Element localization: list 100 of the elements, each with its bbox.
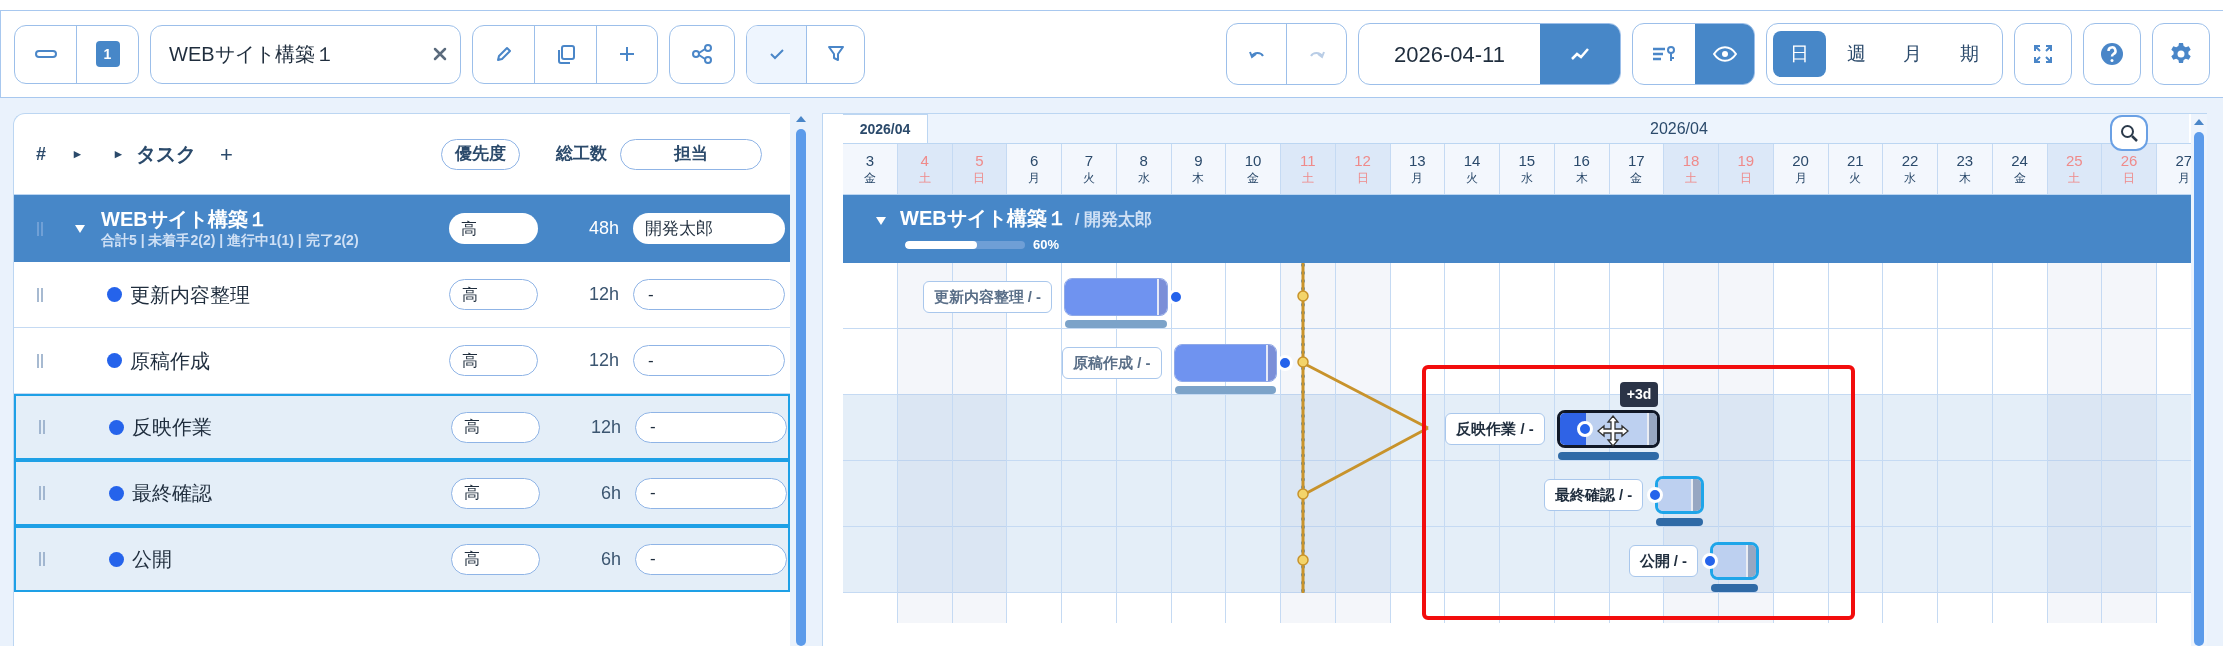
search-button[interactable] — [2110, 115, 2148, 151]
bar-label: 反映作業 / - — [1445, 413, 1545, 445]
search-field[interactable]: WEBサイト構築１ — [150, 24, 461, 84]
list-key-icon — [1651, 45, 1677, 63]
check-button[interactable] — [747, 25, 807, 83]
help-button[interactable] — [2083, 23, 2141, 85]
settings-icon — [2169, 42, 2193, 66]
collapse-toggle[interactable] — [74, 223, 86, 234]
view-tab[interactable]: 週 — [1829, 31, 1883, 77]
date-field[interactable]: 2026-04-11 — [1358, 23, 1621, 85]
day-header: 8 水 — [1116, 144, 1172, 194]
minus-icon — [34, 50, 57, 58]
priority-field[interactable]: 高 — [449, 213, 538, 244]
task-name: 公開 — [132, 547, 172, 572]
assignee-field[interactable]: 開発太郎 — [633, 213, 785, 244]
day-header: 6 月 — [1007, 144, 1062, 194]
expand-icon — [2033, 44, 2053, 64]
expand-toggle[interactable]: ▸ — [115, 144, 122, 164]
search-icon — [2120, 124, 2138, 142]
day-header: 3 金 — [843, 144, 898, 194]
drag-handle-icon[interactable] — [36, 220, 44, 237]
assignee-field[interactable]: - — [635, 477, 787, 509]
day-header: 12 日 — [1335, 144, 1391, 194]
task-row[interactable]: 最終確認 高 6h - — [14, 460, 790, 526]
task-row[interactable]: 原稿作成 高 12h - — [14, 328, 790, 394]
share-icon — [691, 44, 713, 64]
column-header: タスク — [136, 142, 196, 167]
column-header: # — [36, 142, 46, 166]
day-header: 11 土 — [1281, 144, 1336, 194]
column-header: 総工数 — [555, 143, 607, 166]
hours-value: 48h — [587, 217, 619, 240]
priority-field[interactable]: 高 — [451, 543, 540, 575]
share-button[interactable] — [669, 24, 735, 84]
task-row[interactable]: 反映作業 高 12h - — [14, 394, 790, 460]
resize-handle[interactable] — [1647, 413, 1658, 445]
add-task-button[interactable]: + — [220, 137, 233, 171]
assignee-field[interactable]: - — [633, 345, 785, 376]
resize-handle[interactable] — [1266, 345, 1276, 381]
scroll-up-icon[interactable] — [795, 115, 807, 123]
trend-icon — [1570, 47, 1590, 61]
plus-icon — [619, 46, 635, 62]
scroll-up-icon[interactable] — [2193, 118, 2205, 126]
assignee-field[interactable]: - — [635, 543, 787, 575]
drag-handle-icon[interactable] — [38, 551, 46, 567]
bar-label: 更新内容整理 / - — [922, 281, 1052, 313]
priority-field[interactable]: 高 — [451, 477, 540, 509]
assignee-field[interactable]: - — [633, 279, 785, 310]
day-header: 20 月 — [1773, 144, 1829, 194]
drag-tooltip: +3d — [1619, 382, 1659, 407]
bar-baseline — [1711, 584, 1758, 592]
fullscreen-button[interactable] — [2014, 23, 2072, 85]
hours-value: 6h — [599, 547, 621, 571]
drag-handle-icon[interactable] — [38, 485, 46, 501]
day-header: 10 金 — [1226, 144, 1281, 194]
task-row[interactable]: 公開 高 6h - — [14, 526, 790, 592]
scrollbar-thumb[interactable] — [2194, 132, 2204, 646]
eye-icon — [1712, 46, 1737, 62]
settings-button[interactable] — [2152, 23, 2210, 85]
drag-handle-icon[interactable] — [36, 352, 44, 369]
status-summary: 合計5 | 未着手2(2) | 進行中1(1) | 完了2(2) — [101, 232, 360, 250]
project-assignee: / 開発太郎 — [1074, 209, 1153, 232]
task-row[interactable]: 更新内容整理 高 12h - — [14, 262, 790, 328]
view-tab[interactable]: 日 — [1773, 31, 1826, 77]
move-cursor-icon — [1596, 415, 1629, 447]
assignee-field[interactable]: - — [635, 411, 787, 443]
project-name: WEBサイト構築１ — [101, 207, 269, 233]
month-label: 2026/04 — [1650, 118, 1708, 139]
day-header: 14 火 — [1445, 144, 1500, 194]
resize-handle[interactable] — [1691, 479, 1702, 511]
month-tab[interactable]: 2026/04 — [843, 114, 928, 143]
day-header: 15 水 — [1500, 144, 1555, 194]
copy-icon — [555, 44, 576, 64]
day-header: 16 木 — [1554, 144, 1610, 194]
bar-label: 原稿作成 / - — [1062, 347, 1162, 379]
view-tab[interactable]: 月 — [1886, 31, 1940, 77]
collapse-toggle[interactable] — [876, 217, 886, 226]
clear-icon[interactable] — [433, 46, 447, 61]
level-badge[interactable]: 1 — [95, 41, 120, 67]
day-header: 9 木 — [1171, 144, 1227, 194]
resize-handle[interactable] — [1156, 279, 1167, 315]
priority-field[interactable]: 高 — [449, 279, 538, 310]
drag-handle-icon[interactable] — [38, 419, 46, 435]
drag-handle-icon[interactable] — [36, 286, 44, 303]
help-icon — [2100, 42, 2124, 66]
day-header: 24 金 — [1992, 144, 2048, 194]
priority-field[interactable]: 高 — [451, 411, 540, 443]
chart-button[interactable] — [1540, 24, 1620, 84]
day-header: 18 土 — [1664, 144, 1719, 194]
scrollbar-thumb[interactable] — [796, 129, 806, 646]
view-tab[interactable]: 期 — [1943, 31, 1996, 77]
priority-field[interactable]: 高 — [449, 345, 538, 376]
pencil-icon — [494, 45, 513, 63]
resize-handle[interactable] — [1745, 545, 1756, 577]
visibility-button[interactable] — [1695, 24, 1754, 84]
check-icon — [768, 48, 785, 60]
expand-all-toggle[interactable]: ▸ — [74, 144, 81, 164]
project-row[interactable]: WEBサイト構築１ 合計5 | 未着手2(2) | 進行中1(1) | 完了2(2) 高 48h 開発太郎 — [14, 195, 790, 262]
task-name: 最終確認 — [132, 481, 212, 506]
day-header: 19 日 — [1719, 144, 1774, 194]
hours-value: 12h — [589, 415, 621, 439]
